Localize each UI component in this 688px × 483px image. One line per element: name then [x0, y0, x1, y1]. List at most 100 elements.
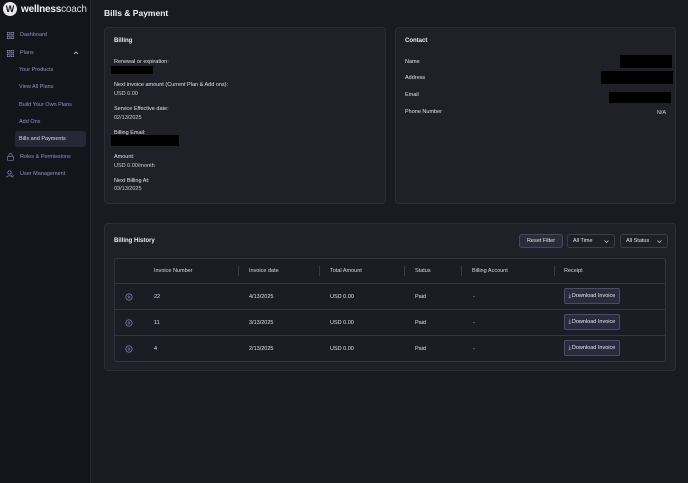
- next-invoice-label: Next invoice amount (Current Plan & Add …: [114, 82, 229, 88]
- download-invoice-button[interactable]: ⤓ Download Invoice: [564, 340, 620, 356]
- status: Paid: [415, 320, 427, 326]
- sidebar-item-roles-permissions[interactable]: Roles & Permissions: [4, 150, 86, 164]
- col-divider: [404, 266, 405, 276]
- download-invoice-label: Download Invoice: [571, 293, 616, 299]
- status-filter-select[interactable]: All Status: [620, 234, 668, 248]
- name-label: Name: [405, 59, 420, 65]
- address-label: Address: [405, 75, 426, 81]
- brand-name: wellnesscoach: [21, 4, 87, 15]
- sidebar-item-view-all-plans[interactable]: View All Plans: [4, 80, 86, 94]
- table-header: Invoice Number Invoice date Total Amount…: [115, 259, 665, 284]
- reset-filter-button[interactable]: Reset Filter: [519, 234, 563, 248]
- sidebar-item-label: Build Your Own Plans: [19, 102, 72, 108]
- status: Paid: [415, 346, 427, 352]
- sidebar: W wellnesscoach Dashboard Plans Your Pro…: [0, 0, 91, 483]
- sidebar-item-add-ons[interactable]: Add Ons: [4, 115, 86, 129]
- phone-label: Phone Number: [405, 109, 442, 115]
- col-receipt: Receipt: [564, 268, 583, 274]
- billing-account: -: [473, 294, 475, 300]
- lock-icon: [6, 153, 14, 161]
- sidebar-item-label: Bills and Payments: [19, 136, 66, 142]
- col-billing-account: Billing Account: [472, 268, 508, 274]
- billing-account: -: [473, 346, 475, 352]
- redacted-renewal-date: [111, 66, 153, 74]
- download-invoice-button[interactable]: ⤓ Download Invoice: [564, 314, 620, 330]
- redacted-name: [620, 55, 672, 68]
- download-icon: ⤓: [568, 345, 571, 351]
- sidebar-item-bills-and-payments[interactable]: Bills and Payments: [15, 131, 86, 147]
- service-date-value: 02/13/2025: [114, 115, 142, 121]
- contact-card: Contact Name Address Email Phone Number …: [395, 27, 676, 204]
- service-date-label: Service Effective date:: [114, 106, 169, 112]
- billing-card: Billing Renewal or expiration: Next invo…: [104, 27, 386, 204]
- chevron-down-icon: [603, 238, 610, 245]
- redacted-address: [601, 71, 673, 84]
- sidebar-item-label: User Management: [20, 171, 66, 177]
- sidebar-item-build-your-own-plans[interactable]: Build Your Own Plans: [4, 98, 86, 112]
- email-label: Email: [405, 92, 419, 98]
- download-invoice-button[interactable]: ⤓ Download Invoice: [564, 288, 620, 304]
- table-row: 11 3/13/2025 USD 0.00 Paid - ⤓ Download …: [115, 310, 665, 336]
- invoice-number: 22: [154, 294, 161, 300]
- chevron-down-icon: [656, 238, 663, 245]
- col-total-amount: Total Amount: [330, 268, 362, 274]
- chevron-up-icon[interactable]: [72, 49, 80, 57]
- billing-history-table: Invoice Number Invoice date Total Amount…: [114, 258, 666, 362]
- expand-row-icon[interactable]: [125, 345, 133, 353]
- invoice-date: 4/13/2025: [249, 294, 274, 300]
- sidebar-item-label: Plans: [20, 50, 34, 56]
- download-invoice-label: Download Invoice: [571, 319, 616, 325]
- amount-label: Amount:: [114, 154, 135, 160]
- sidebar-item-dashboard[interactable]: Dashboard: [4, 28, 86, 42]
- col-divider: [319, 266, 320, 276]
- sidebar-item-plans[interactable]: Plans: [4, 46, 86, 60]
- invoice-date: 3/13/2025: [249, 320, 274, 326]
- col-invoice-number: Invoice Number: [154, 268, 193, 274]
- total-amount: USD 0.00: [330, 320, 354, 326]
- phone-value: N/A: [656, 110, 666, 116]
- sidebar-item-user-management[interactable]: User Management: [4, 167, 86, 181]
- sidebar-item-label: Roles & Permissions: [20, 154, 71, 160]
- invoice-number: 4: [154, 346, 158, 352]
- invoice-date: 2/13/2025: [249, 346, 274, 352]
- status-filter-value: All Status: [626, 238, 650, 244]
- download-icon: ⤓: [568, 319, 571, 325]
- table-row: 22 4/13/2025 USD 0.00 Paid - ⤓ Download …: [115, 284, 665, 310]
- next-invoice-value: USD 0.00: [114, 91, 138, 97]
- col-divider: [238, 266, 239, 276]
- next-billing-value: 03/13/2025: [114, 186, 142, 192]
- next-billing-label: Next Billing At:: [114, 178, 150, 184]
- logo-mark: W: [3, 2, 17, 16]
- sidebar-item-label: View All Plans: [19, 84, 54, 90]
- expand-row-icon[interactable]: [125, 319, 133, 327]
- grid-icon: [6, 49, 14, 57]
- redacted-email: [609, 92, 671, 103]
- total-amount: USD 0.00: [330, 346, 354, 352]
- time-filter-value: All Time: [573, 238, 593, 244]
- col-divider: [461, 266, 462, 276]
- user-icon: [6, 170, 14, 178]
- billing-account: -: [473, 320, 475, 326]
- status: Paid: [415, 294, 427, 300]
- download-icon: ⤓: [568, 293, 571, 299]
- sidebar-item-label: Add Ons: [19, 119, 41, 125]
- col-status: Status: [415, 268, 431, 274]
- brand-logo[interactable]: W wellnesscoach: [3, 2, 87, 16]
- invoice-number: 11: [154, 320, 160, 326]
- redacted-billing-email: [111, 135, 179, 146]
- sidebar-item-label: Your Products: [19, 67, 54, 73]
- grid-icon: [6, 31, 14, 39]
- billing-card-title: Billing: [114, 38, 133, 44]
- billing-history-title: Billing History: [114, 238, 155, 244]
- sidebar-item-your-products[interactable]: Your Products: [4, 63, 86, 77]
- contact-card-title: Contact: [405, 38, 428, 44]
- page-title: Bills & Payment: [104, 8, 169, 18]
- total-amount: USD 0.00: [330, 294, 354, 300]
- amount-value: USD 0.00/month: [114, 163, 155, 169]
- expand-row-icon[interactable]: [125, 293, 133, 301]
- table-row: 4 2/13/2025 USD 0.00 Paid - ⤓ Download I…: [115, 336, 665, 362]
- renewal-label: Renewal or expiration:: [114, 59, 169, 65]
- time-filter-select[interactable]: All Time: [567, 234, 615, 248]
- brand-name-light: coach: [61, 3, 87, 15]
- col-invoice-date: Invoice date: [249, 268, 279, 274]
